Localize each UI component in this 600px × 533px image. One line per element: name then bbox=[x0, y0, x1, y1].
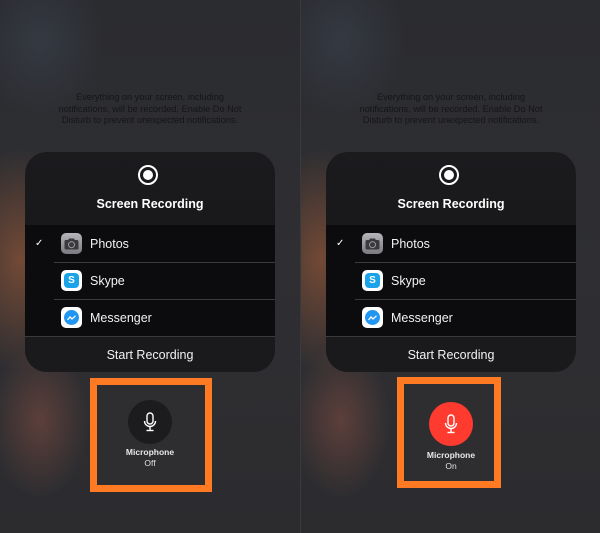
skype-icon: S bbox=[362, 270, 383, 291]
microphone-state: On bbox=[445, 461, 457, 471]
app-label: Skype bbox=[90, 273, 125, 288]
checkmark-icon: ✓ bbox=[336, 238, 345, 249]
microphone-toggle[interactable] bbox=[128, 400, 172, 444]
skype-glyph: S bbox=[64, 273, 79, 288]
record-icon bbox=[138, 165, 158, 185]
messenger-icon bbox=[362, 307, 383, 328]
start-recording-button[interactable]: Start Recording bbox=[25, 336, 275, 372]
app-label: Messenger bbox=[90, 310, 152, 325]
app-row-skype[interactable]: S Skype bbox=[25, 262, 275, 299]
app-list: ✓ Photos S Skype Messenger bbox=[326, 225, 576, 336]
app-label: Photos bbox=[391, 236, 430, 251]
camera-icon bbox=[362, 233, 383, 254]
microphone-state: Off bbox=[144, 458, 156, 468]
app-row-photos[interactable]: ✓ Photos bbox=[326, 225, 576, 262]
app-row-messenger[interactable]: Messenger bbox=[25, 299, 275, 336]
skype-glyph: S bbox=[365, 273, 380, 288]
checkmark-icon: ✓ bbox=[35, 238, 44, 249]
recording-notice: Everything on your screen, including not… bbox=[58, 92, 242, 125]
app-label: Skype bbox=[391, 273, 426, 288]
start-recording-button[interactable]: Start Recording bbox=[326, 336, 576, 372]
app-label: Photos bbox=[90, 236, 129, 251]
skype-icon: S bbox=[61, 270, 82, 291]
microphone-label: Microphone bbox=[125, 447, 175, 457]
microphone-toggle[interactable] bbox=[429, 402, 473, 446]
recording-notice: Everything on your screen, including not… bbox=[359, 92, 543, 125]
app-row-messenger[interactable]: Messenger bbox=[326, 299, 576, 336]
microphone-icon bbox=[143, 412, 157, 432]
card-header: Screen Recording bbox=[25, 152, 275, 225]
camera-icon bbox=[61, 233, 82, 254]
microphone-icon bbox=[444, 414, 458, 434]
app-label: Messenger bbox=[391, 310, 453, 325]
panel-microphone-on: Everything on your screen, including not… bbox=[300, 0, 600, 533]
microphone-label: Microphone bbox=[426, 450, 476, 460]
record-icon bbox=[439, 165, 459, 185]
card-header: Screen Recording bbox=[326, 152, 576, 225]
screen-recording-card: Screen Recording ✓ Photos S Skype Messen… bbox=[25, 152, 275, 372]
app-row-skype[interactable]: S Skype bbox=[326, 262, 576, 299]
app-row-photos[interactable]: ✓ Photos bbox=[25, 225, 275, 262]
app-list: ✓ Photos S Skype Messenger bbox=[25, 225, 275, 336]
messenger-icon bbox=[61, 307, 82, 328]
card-title: Screen Recording bbox=[96, 197, 204, 211]
panel-microphone-off: Everything on your screen, including not… bbox=[0, 0, 300, 533]
comparison-view: Everything on your screen, including not… bbox=[0, 0, 600, 533]
screen-recording-card: Screen Recording ✓ Photos S Skype Messen… bbox=[326, 152, 576, 372]
card-title: Screen Recording bbox=[397, 197, 505, 211]
